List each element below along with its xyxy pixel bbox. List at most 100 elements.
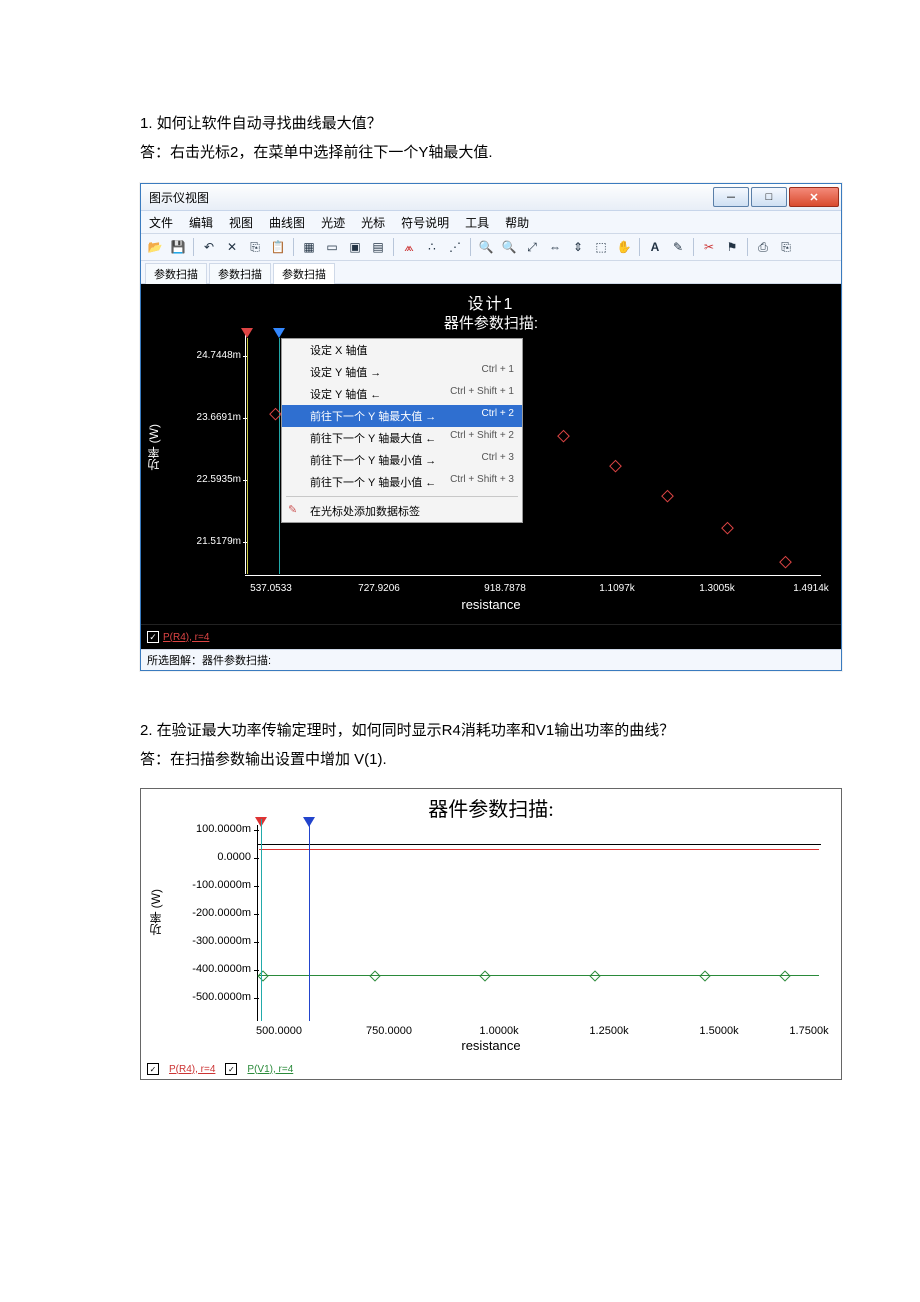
cursor-2-line[interactable]	[309, 819, 310, 1021]
cursor1-icon[interactable]: ▣	[345, 237, 365, 257]
zoom-fit-icon[interactable]: ⤢	[522, 237, 542, 257]
context-menu: 设定 X 轴值 设定 Y 轴值 →Ctrl + 1 设定 Y 轴值 ←Ctrl …	[281, 338, 523, 523]
toolbar: 📂 💾 ↶ ✕ ⎘ 📋 ▦ ▭ ▣ ▤ ⩕ ∴ ⋰ 🔍 🔍 ⤢ ⇔ ⇕ ⬚ ✋ …	[141, 234, 841, 261]
y-tick: -100.0000m	[171, 879, 251, 891]
menu-plot[interactable]: 曲线图	[265, 214, 309, 231]
zoom-y-icon[interactable]: ⇕	[568, 237, 588, 257]
data-point	[589, 970, 600, 981]
ctx-goto-ymax-next[interactable]: 前往下一个 Y 轴最大值 →Ctrl + 2	[282, 405, 522, 427]
legend-checkbox[interactable]: ✓	[147, 1063, 159, 1075]
x-tick: 1.3005k	[699, 583, 735, 594]
plot-area[interactable]: 设计1 器件参数扫描: 功率 (W) 24.7448m 23.6691m 22.…	[141, 284, 841, 624]
export-icon[interactable]: ⎙	[753, 237, 773, 257]
y-tick: -500.0000m	[171, 991, 251, 1003]
annotate-icon[interactable]: ✎	[668, 237, 688, 257]
measure-icon[interactable]: ✂	[699, 237, 719, 257]
x-tick: 727.9206	[358, 583, 400, 594]
points-icon[interactable]: ∴	[422, 237, 442, 257]
close-button[interactable]: ✕	[789, 187, 839, 207]
menu-help[interactable]: 帮助	[501, 214, 533, 231]
copy-icon[interactable]: ⎘	[245, 237, 265, 257]
open-icon[interactable]: 📂	[145, 237, 165, 257]
ctx-goto-ymin-prev[interactable]: 前往下一个 Y 轴最小值 ←Ctrl + Shift + 3	[282, 471, 522, 493]
x-tick: 1.5000k	[699, 1025, 738, 1037]
zoom-in-icon[interactable]: 🔍	[476, 237, 496, 257]
cursor-1-line[interactable]	[261, 819, 262, 1021]
ctx-add-label[interactable]: ✎在光标处添加数据标签	[282, 500, 522, 522]
clipboard-icon[interactable]: ⎘	[776, 237, 796, 257]
menu-trace[interactable]: 光迹	[317, 214, 349, 231]
tab-strip: 参数扫描 参数扫描 参数扫描	[141, 261, 841, 284]
x-tick: 750.0000	[366, 1025, 412, 1037]
tab-3[interactable]: 参数扫描	[273, 263, 335, 284]
data-point	[609, 460, 622, 473]
y-axis-label: 功率 (W)	[145, 424, 162, 471]
x-tick: 1.7500k	[789, 1025, 828, 1037]
undo-icon[interactable]: ↶	[199, 237, 219, 257]
y-tick: -200.0000m	[171, 907, 251, 919]
series-r4	[259, 849, 819, 850]
cursor-2-line[interactable]	[279, 338, 280, 574]
plot-title: 设计1	[141, 290, 841, 314]
menu-legend[interactable]: 符号说明	[397, 214, 453, 231]
x-axis-label: resistance	[141, 1038, 841, 1053]
y-tick: 22.5935m	[181, 474, 241, 485]
separator	[286, 496, 518, 497]
x-tick: 918.7878	[484, 583, 526, 594]
q2-question: 2. 在验证最大功率传输定理时，如何同时显示R4消耗功率和V1输出功率的曲线？	[140, 717, 800, 746]
x-axis-label: resistance	[141, 597, 841, 612]
zoom-out-icon[interactable]: 🔍	[499, 237, 519, 257]
text-icon[interactable]: A	[645, 237, 665, 257]
cursor-1-icon[interactable]	[241, 328, 253, 338]
y-tick: -300.0000m	[171, 935, 251, 947]
ctx-goto-ymin-next[interactable]: 前往下一个 Y 轴最小值 →Ctrl + 3	[282, 449, 522, 471]
cursor-1-line[interactable]	[247, 338, 248, 574]
x-axis-top	[257, 844, 821, 845]
cursor2-icon[interactable]: ▤	[368, 237, 388, 257]
minimize-button[interactable]: －	[713, 187, 749, 207]
x-axis	[245, 575, 821, 576]
paste-icon[interactable]: 📋	[268, 237, 288, 257]
menu-cursor[interactable]: 光标	[357, 214, 389, 231]
y-tick: 21.5179m	[181, 536, 241, 547]
ctx-set-x[interactable]: 设定 X 轴值	[282, 339, 522, 361]
zoom-x-icon[interactable]: ⇔	[545, 237, 565, 257]
light-chart: 器件参数扫描: 功率 (W) 100.0000m 0.0000 -100.000…	[140, 788, 842, 1080]
legend-checkbox[interactable]: ✓	[147, 631, 159, 643]
legend-series: P(R4), r=4	[163, 632, 209, 643]
menu-edit[interactable]: 编辑	[185, 214, 217, 231]
menu-view[interactable]: 视图	[225, 214, 257, 231]
data-point	[369, 970, 380, 981]
window-title: 图示仪视图	[149, 189, 209, 206]
app-window: 图示仪视图 － □ ✕ 文件 编辑 视图 曲线图 光迹 光标 符号说明 工具 帮…	[140, 183, 842, 671]
cursor-2-icon[interactable]	[273, 328, 285, 338]
statusbar: 所选图解：器件参数扫描:	[141, 649, 841, 670]
y-axis-label: 功率 (W)	[147, 889, 164, 936]
marker-icon[interactable]: ⩕	[399, 237, 419, 257]
data-point	[479, 970, 490, 981]
data-point	[779, 556, 792, 569]
flag-icon[interactable]: ⚑	[722, 237, 742, 257]
grid-icon[interactable]: ▦	[299, 237, 319, 257]
ctx-set-y-next[interactable]: 设定 Y 轴值 →Ctrl + 1	[282, 361, 522, 383]
pan-icon[interactable]: ✋	[614, 237, 634, 257]
ctx-set-y-prev[interactable]: 设定 Y 轴值 ←Ctrl + Shift + 1	[282, 383, 522, 405]
legend-icon[interactable]: ▭	[322, 237, 342, 257]
series-v1	[259, 975, 819, 976]
legend-checkbox[interactable]: ✓	[225, 1063, 237, 1075]
scatter-icon[interactable]: ⋰	[445, 237, 465, 257]
legend-series-r4: P(R4), r=4	[169, 1064, 215, 1075]
tab-2[interactable]: 参数扫描	[209, 263, 271, 284]
menu-file[interactable]: 文件	[145, 214, 177, 231]
data-point	[721, 522, 734, 535]
delete-icon[interactable]: ✕	[222, 237, 242, 257]
zoom-area-icon[interactable]: ⬚	[591, 237, 611, 257]
maximize-button[interactable]: □	[751, 187, 787, 207]
ctx-goto-ymax-prev[interactable]: 前往下一个 Y 轴最大值 ←Ctrl + Shift + 2	[282, 427, 522, 449]
data-point	[779, 970, 790, 981]
menu-tools[interactable]: 工具	[461, 214, 493, 231]
data-point	[557, 430, 570, 443]
tab-1[interactable]: 参数扫描	[145, 263, 207, 284]
save-icon[interactable]: 💾	[168, 237, 188, 257]
x-tick: 500.0000	[256, 1025, 302, 1037]
